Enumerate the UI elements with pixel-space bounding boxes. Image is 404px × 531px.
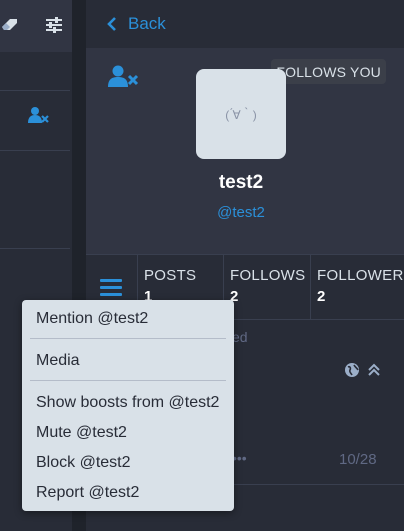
menu-item-report[interactable]: Report @test2 [36, 483, 139, 503]
stat-label: FOLLOWS [230, 267, 306, 284]
account-header: FOLLOWS YOU ( ́∀｀) test2 @test2 [86, 48, 404, 254]
sliders-icon[interactable] [44, 16, 64, 34]
left-column-header [0, 0, 78, 52]
menu-item-media[interactable]: Media [36, 351, 80, 371]
menu-item-show-boosts[interactable]: Show boosts from @test2 [36, 393, 219, 413]
globe-icon [344, 362, 360, 378]
menu-separator [30, 338, 226, 339]
user-times-icon[interactable] [28, 106, 50, 126]
stat-label: POSTS [144, 267, 197, 284]
user-times-icon[interactable] [108, 65, 140, 89]
left-divider [0, 248, 70, 249]
status-prepend-fragment: ed [232, 329, 248, 345]
menu-item-mention[interactable]: Mention @test2 [36, 309, 148, 329]
menu-separator [30, 380, 226, 381]
account-handle: @test2 [217, 204, 265, 221]
angle-double-up-icon[interactable] [367, 363, 381, 377]
stat-value: 2 [317, 288, 326, 305]
back-button[interactable]: Back [86, 0, 404, 48]
follows-you-badge: FOLLOWS YOU [271, 59, 386, 84]
chevron-left-icon [106, 16, 118, 32]
left-divider [0, 150, 70, 151]
back-label: Back [128, 14, 166, 33]
character-counter: 10/28 [339, 451, 377, 468]
stat-followers[interactable]: FOLLOWER 2 [310, 255, 404, 319]
left-divider [0, 90, 70, 91]
avatar[interactable]: ( ́∀｀) [196, 69, 286, 159]
account-dropdown-menu: Mention @test2 Media Show boosts from @t… [22, 300, 234, 511]
ellipsis-icon[interactable]: ••• [232, 450, 247, 466]
menu-item-mute[interactable]: Mute @test2 [36, 423, 127, 443]
stat-value: 2 [230, 288, 239, 305]
stat-label: FOLLOWER [317, 267, 404, 284]
eraser-icon[interactable] [0, 16, 20, 32]
menu-item-block[interactable]: Block @test2 [36, 453, 131, 473]
display-name: test2 [218, 172, 264, 193]
stat-follows[interactable]: FOLLOWS 2 [223, 255, 310, 319]
menu-icon[interactable] [100, 277, 122, 297]
